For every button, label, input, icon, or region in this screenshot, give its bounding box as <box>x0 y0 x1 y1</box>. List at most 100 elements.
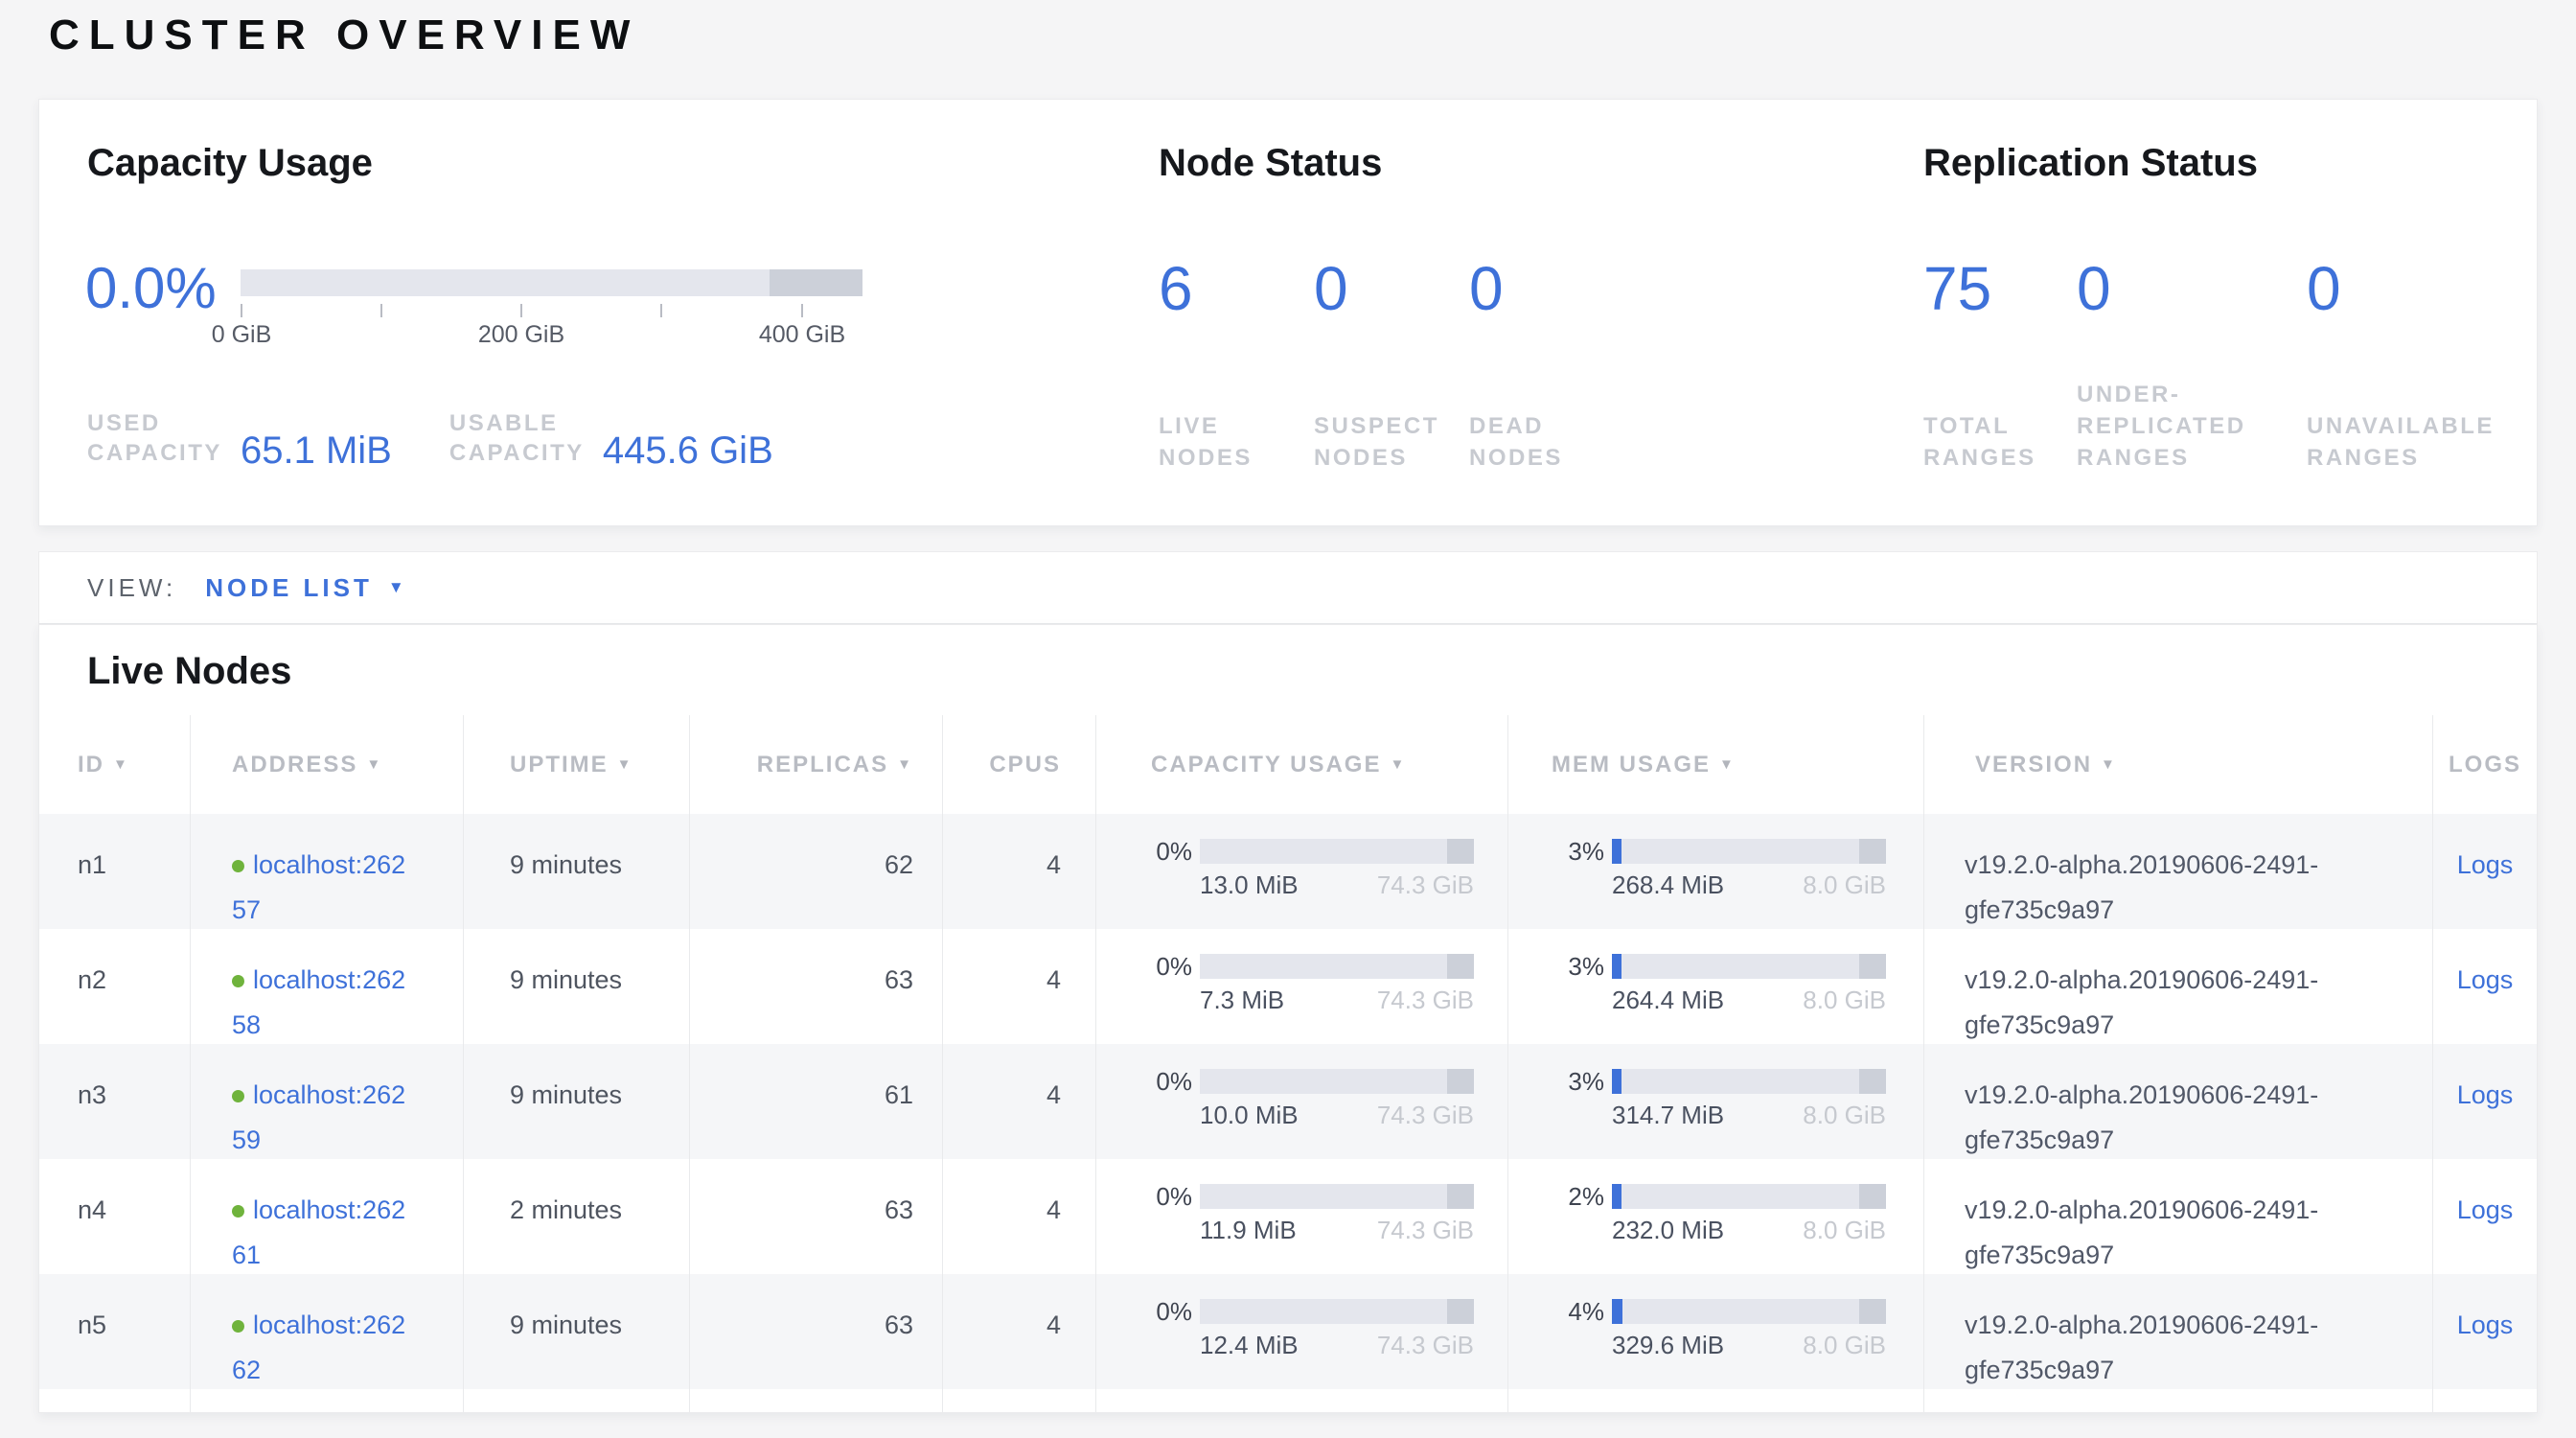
node-logs-link[interactable]: Logs <box>2457 965 2514 994</box>
column-header-logs: LOGS <box>2432 715 2537 814</box>
cluster-overview-page: { "page_title": "CLUSTER OVERVIEW", "sum… <box>0 0 2576 1438</box>
node-mem-usage-cell: 3% 314.7 MiB 8.0 GiB <box>1507 1044 1923 1163</box>
node-id-cell: n4 <box>39 1159 190 1278</box>
unavailable-ranges-metric: 0 UNAVAILABLE RANGES <box>2307 258 2546 474</box>
node-address-link[interactable]: localhost:26258 <box>232 965 405 1039</box>
node-address-link[interactable]: localhost:26262 <box>232 1310 405 1384</box>
node-logs-cell <box>2432 1389 2537 1413</box>
node-mem-usage-cell <box>1507 1389 1923 1413</box>
node-logs-link[interactable]: Logs <box>2457 1080 2514 1109</box>
capacity-percent: 0% <box>1112 954 1192 979</box>
column-header-address[interactable]: ADDRESS ▼ <box>190 715 463 814</box>
node-mem-usage-cell: 4% 329.6 MiB 8.0 GiB <box>1507 1274 1923 1393</box>
chevron-down-icon: ▼ <box>388 578 404 597</box>
node-capacity-usage-cell: 0% 7.3 MiB 74.3 GiB <box>1095 929 1507 1048</box>
node-replicas-cell: 63 <box>689 929 942 1048</box>
node-address-link[interactable]: localhost:26261 <box>232 1195 405 1269</box>
capacity-usage-bar <box>241 269 862 296</box>
node-address-cell <box>190 1389 463 1413</box>
capacity-used-value: 10.0 MiB <box>1200 1102 1299 1127</box>
mem-max-value: 8.0 GiB <box>1803 1102 1886 1127</box>
capacity-mini-bar <box>1200 1069 1474 1094</box>
capacity-mini-bar <box>1200 1299 1474 1324</box>
node-capacity-usage-cell: 0% 10.0 MiB 74.3 GiB <box>1095 1044 1507 1163</box>
unavailable-ranges-count: 0 <box>2307 258 2546 319</box>
node-id-cell: n2 <box>39 929 190 1048</box>
column-header-uptime[interactable]: UPTIME ▼ <box>463 715 689 814</box>
capacity-percent: 0% <box>1112 1069 1192 1094</box>
capacity-max-value: 74.3 GiB <box>1377 872 1474 897</box>
capacity-used-value: 12.4 MiB <box>1200 1333 1299 1357</box>
node-address-cell: localhost:26258 <box>190 929 463 1048</box>
mem-used-value: 314.7 MiB <box>1612 1102 1724 1127</box>
used-capacity-label: USED CAPACITY <box>87 408 241 468</box>
column-header-version[interactable]: VERSION ▼ <box>1923 715 2432 814</box>
node-mem-usage-cell: 3% 264.4 MiB 8.0 GiB <box>1507 929 1923 1048</box>
table-row-partial <box>39 1389 2537 1413</box>
column-header-id[interactable]: ID ▼ <box>39 715 190 814</box>
live-nodes-heading: Live Nodes <box>87 650 291 693</box>
table-header-row: ID ▼ ADDRESS ▼ UPTIME ▼ REPLICAS ▼ CPUS … <box>39 715 2537 814</box>
used-capacity-value: 65.1 MiB <box>241 432 392 469</box>
node-version-cell: v19.2.0-alpha.20190606-2491-gfe735c9a97 <box>1923 814 2432 933</box>
usable-capacity-stat: USABLE CAPACITY 445.6 GiB <box>449 408 773 468</box>
node-live-status-icon <box>232 1320 244 1333</box>
node-version-cell <box>1923 1389 2432 1413</box>
column-header-mem-usage[interactable]: MEM USAGE ▼ <box>1507 715 1923 814</box>
total-ranges-metric: 75 TOTAL RANGES <box>1923 258 2077 474</box>
capacity-percent: 0% <box>1112 1184 1192 1209</box>
view-mode-selected: NODE LIST <box>205 573 373 603</box>
mem-bar-fill <box>1612 1299 1622 1324</box>
view-label: VIEW: <box>87 573 176 603</box>
node-logs-cell: Logs <box>2432 1044 2537 1163</box>
node-address-link[interactable]: localhost:26259 <box>232 1080 405 1154</box>
node-address-cell: localhost:26259 <box>190 1044 463 1163</box>
node-live-status-icon <box>232 860 244 872</box>
mem-bar-reserved-segment <box>1859 1299 1886 1324</box>
node-logs-cell: Logs <box>2432 1159 2537 1278</box>
mem-percent: 2% <box>1524 1184 1604 1209</box>
node-cpus-cell <box>942 1389 1095 1413</box>
node-id-cell: n3 <box>39 1044 190 1163</box>
mem-used-value: 264.4 MiB <box>1612 987 1724 1012</box>
node-uptime-cell: 2 minutes <box>463 1159 689 1278</box>
mem-used-value: 268.4 MiB <box>1612 872 1724 897</box>
node-logs-link[interactable]: Logs <box>2457 1310 2514 1339</box>
node-logs-link[interactable]: Logs <box>2457 850 2514 879</box>
node-replicas-cell: 62 <box>689 814 942 933</box>
capacity-mini-bar <box>1200 1184 1474 1209</box>
column-header-cpus: CPUS <box>942 715 1095 814</box>
node-id-cell: n5 <box>39 1274 190 1393</box>
view-mode-dropdown[interactable]: NODE LIST ▼ <box>205 573 404 603</box>
sort-down-icon: ▼ <box>897 756 913 773</box>
sort-down-icon: ▼ <box>1719 756 1736 773</box>
mem-mini-bar <box>1612 1069 1886 1094</box>
node-uptime-cell <box>463 1389 689 1413</box>
sort-down-icon: ▼ <box>366 756 382 773</box>
suspect-nodes-metric: 0 SUSPECT NODES <box>1314 258 1469 474</box>
suspect-nodes-count: 0 <box>1314 258 1469 319</box>
mem-bar-reserved-segment <box>1859 839 1886 864</box>
axis-label-400gib: 400 GiB <box>759 321 845 349</box>
column-header-replicas[interactable]: REPLICAS ▼ <box>689 715 942 814</box>
capacity-mini-bar <box>1200 839 1474 864</box>
capacity-mini-bar <box>1200 954 1474 979</box>
mem-percent: 3% <box>1524 1069 1604 1094</box>
view-selector-bar: VIEW: NODE LIST ▼ <box>38 551 2538 624</box>
live-nodes-label: LIVE NODES <box>1159 410 1302 474</box>
capacity-bar-reserved-segment <box>1447 839 1474 864</box>
node-address-link[interactable]: localhost:26257 <box>232 850 405 924</box>
node-address-cell: localhost:26262 <box>190 1274 463 1393</box>
node-uptime-cell: 9 minutes <box>463 814 689 933</box>
column-header-capacity-usage[interactable]: CAPACITY USAGE ▼ <box>1095 715 1507 814</box>
node-capacity-usage-cell <box>1095 1389 1507 1413</box>
node-cpus-cell: 4 <box>942 814 1095 933</box>
capacity-percent: 0% <box>1112 1299 1192 1324</box>
table-row: n4 localhost:26261 2 minutes 63 4 0% 11.… <box>39 1159 2537 1274</box>
mem-bar-reserved-segment <box>1859 1184 1886 1209</box>
used-capacity-stat: USED CAPACITY 65.1 MiB <box>87 408 392 468</box>
cluster-summary-panel: Capacity Usage 0.0% 0 GiB 200 GiB 400 Gi… <box>38 99 2538 526</box>
node-live-status-icon <box>232 1205 244 1218</box>
node-logs-cell: Logs <box>2432 814 2537 933</box>
node-logs-link[interactable]: Logs <box>2457 1195 2514 1224</box>
